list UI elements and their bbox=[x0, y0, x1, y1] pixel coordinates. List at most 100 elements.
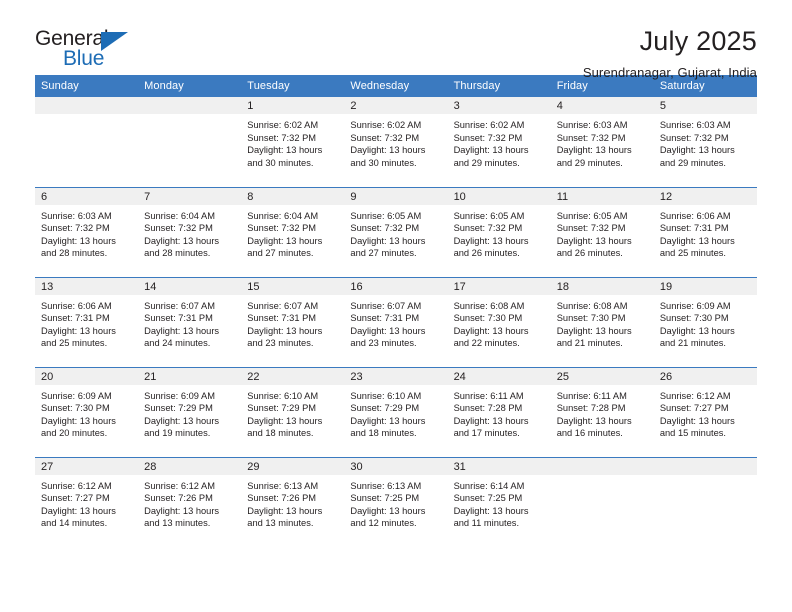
calendar-cell[interactable]: 25 Sunrise: 6:11 AM Sunset: 7:28 PM Dayligh… bbox=[550, 366, 654, 457]
calendar-body: 1 Sunrise: 6:02 AM Sunset: 7:32 PM Daylight… bbox=[35, 97, 757, 547]
day-number: 12 bbox=[653, 187, 757, 205]
daylight-duration-line2: and 26 minutes. bbox=[556, 248, 623, 259]
day-number: 21 bbox=[138, 367, 242, 385]
daylight-duration-line2: and 21 minutes. bbox=[659, 338, 726, 349]
day-number: 6 bbox=[35, 187, 139, 205]
day-number: 2 bbox=[344, 97, 448, 114]
calendar-cell[interactable]: 29 Sunrise: 6:13 AM Sunset: 7:26 PM Dayligh… bbox=[241, 456, 345, 547]
calendar-cell[interactable]: 19 Sunrise: 6:09 AM Sunset: 7:30 PM Dayligh… bbox=[653, 276, 757, 367]
day-number: 24 bbox=[447, 367, 551, 385]
calendar-cell[interactable]: 24 Sunrise: 6:11 AM Sunset: 7:28 PM Dayligh… bbox=[447, 366, 551, 457]
calendar-cell[interactable]: 13 Sunrise: 6:06 AM Sunset: 7:31 PM Dayligh… bbox=[35, 276, 139, 367]
calendar-cell[interactable]: 2 Sunrise: 6:02 AM Sunset: 7:32 PM Daylight… bbox=[344, 97, 448, 187]
calendar-cell[interactable]: 9 Sunrise: 6:05 AM Sunset: 7:32 PM Daylight… bbox=[344, 186, 448, 277]
daylight-duration-line1: Daylight: 13 hours bbox=[453, 325, 529, 336]
day-details: Sunrise: 6:12 AM Sunset: 7:26 PM Daylight:… bbox=[138, 475, 241, 530]
calendar-page: General Blue July 2025 Surendranagar, Gu… bbox=[0, 0, 792, 612]
daylight-duration-line2: and 25 minutes. bbox=[41, 338, 108, 349]
day-details: Sunrise: 6:11 AM Sunset: 7:28 PM Daylight:… bbox=[448, 385, 551, 440]
daylight-duration-line1: Daylight: 13 hours bbox=[453, 505, 529, 516]
sunset-time: Sunset: 7:32 PM bbox=[144, 223, 213, 234]
daylight-duration-line1: Daylight: 13 hours bbox=[350, 325, 426, 336]
calendar-cell[interactable]: 7 Sunrise: 6:04 AM Sunset: 7:32 PM Daylight… bbox=[138, 186, 242, 277]
calendar-cell[interactable]: 1 Sunrise: 6:02 AM Sunset: 7:32 PM Daylight… bbox=[241, 97, 345, 187]
calendar-cell[interactable]: 20 Sunrise: 6:09 AM Sunset: 7:30 PM Dayligh… bbox=[35, 366, 139, 457]
day-details: Sunrise: 6:07 AM Sunset: 7:31 PM Daylight:… bbox=[138, 295, 241, 350]
page-subtitle: Surendranagar, Gujarat, India bbox=[582, 65, 757, 81]
daylight-duration-line2: and 28 minutes. bbox=[41, 248, 108, 259]
day-details: Sunrise: 6:07 AM Sunset: 7:31 PM Daylight:… bbox=[344, 295, 447, 350]
sunset-time: Sunset: 7:31 PM bbox=[41, 313, 110, 324]
day-number: 27 bbox=[35, 457, 139, 475]
calendar-cell[interactable]: 18 Sunrise: 6:08 AM Sunset: 7:30 PM Dayligh… bbox=[550, 276, 654, 367]
day-details: Sunrise: 6:12 AM Sunset: 7:27 PM Daylight:… bbox=[654, 385, 757, 440]
daylight-duration-line2: and 30 minutes. bbox=[247, 157, 314, 168]
sunset-time: Sunset: 7:25 PM bbox=[453, 493, 523, 504]
day-number bbox=[653, 457, 757, 475]
calendar-cell[interactable]: 8 Sunrise: 6:04 AM Sunset: 7:32 PM Daylight… bbox=[241, 186, 345, 277]
calendar-week-row: 6 Sunrise: 6:03 AM Sunset: 7:32 PM Daylight… bbox=[35, 186, 757, 277]
sunrise-time: Sunrise: 6:03 AM bbox=[556, 120, 628, 130]
sunrise-time: Sunrise: 6:07 AM bbox=[350, 300, 422, 311]
daylight-duration-line2: and 12 minutes. bbox=[350, 518, 417, 529]
day-details: Sunrise: 6:13 AM Sunset: 7:25 PM Daylight:… bbox=[344, 475, 447, 530]
day-details: Sunrise: 6:04 AM Sunset: 7:32 PM Daylight:… bbox=[138, 205, 241, 260]
calendar-cell[interactable]: 21 Sunrise: 6:09 AM Sunset: 7:29 PM Dayligh… bbox=[138, 366, 242, 457]
calendar-cell[interactable]: 4 Sunrise: 6:03 AM Sunset: 7:32 PM Daylight… bbox=[550, 97, 654, 187]
day-number: 19 bbox=[653, 277, 757, 295]
sunset-time: Sunset: 7:31 PM bbox=[350, 313, 420, 324]
calendar-cell[interactable]: 22 Sunrise: 6:10 AM Sunset: 7:29 PM Dayligh… bbox=[241, 366, 345, 457]
title-block: July 2025 Surendranagar, Gujarat, India bbox=[582, 27, 757, 81]
sunset-time: Sunset: 7:32 PM bbox=[247, 132, 317, 143]
daylight-duration-line2: and 18 minutes. bbox=[350, 428, 417, 439]
calendar-cell[interactable]: 15 Sunrise: 6:07 AM Sunset: 7:31 PM Dayligh… bbox=[241, 276, 345, 367]
calendar-cell[interactable]: 12 Sunrise: 6:06 AM Sunset: 7:31 PM Dayligh… bbox=[653, 186, 757, 277]
daylight-duration-line1: Daylight: 13 hours bbox=[350, 235, 426, 246]
calendar-cell[interactable]: 5 Sunrise: 6:03 AM Sunset: 7:32 PM Daylight… bbox=[653, 97, 757, 187]
day-number: 11 bbox=[550, 187, 654, 205]
daylight-duration-line1: Daylight: 13 hours bbox=[144, 415, 220, 426]
calendar-cell[interactable]: 23 Sunrise: 6:10 AM Sunset: 7:29 PM Dayligh… bbox=[344, 366, 448, 457]
daylight-duration-line2: and 26 minutes. bbox=[453, 248, 520, 259]
calendar-cell[interactable]: 16 Sunrise: 6:07 AM Sunset: 7:31 PM Dayligh… bbox=[344, 276, 448, 367]
calendar-cell[interactable]: 14 Sunrise: 6:07 AM Sunset: 7:31 PM Dayligh… bbox=[138, 276, 242, 367]
sunset-time: Sunset: 7:32 PM bbox=[350, 132, 420, 143]
sunset-time: Sunset: 7:26 PM bbox=[144, 493, 213, 504]
calendar-cell[interactable]: 30 Sunrise: 6:13 AM Sunset: 7:25 PM Dayligh… bbox=[344, 456, 448, 547]
sunrise-time: Sunrise: 6:12 AM bbox=[659, 390, 731, 401]
weekday-header-wednesday: Wednesday bbox=[344, 75, 448, 97]
day-details: Sunrise: 6:03 AM Sunset: 7:32 PM Daylight:… bbox=[654, 114, 757, 169]
daylight-duration-line2: and 29 minutes. bbox=[453, 157, 520, 168]
day-number: 7 bbox=[138, 187, 242, 205]
sunrise-time: Sunrise: 6:12 AM bbox=[41, 480, 112, 491]
calendar-cell[interactable]: 10 Sunrise: 6:05 AM Sunset: 7:32 PM Dayligh… bbox=[447, 186, 551, 277]
sunrise-time: Sunrise: 6:07 AM bbox=[247, 300, 319, 311]
day-number: 16 bbox=[344, 277, 448, 295]
calendar-cell-empty bbox=[35, 97, 139, 187]
daylight-duration-line2: and 13 minutes. bbox=[144, 518, 211, 529]
daylight-duration-line1: Daylight: 13 hours bbox=[556, 325, 632, 336]
daylight-duration-line1: Daylight: 13 hours bbox=[41, 415, 116, 426]
calendar-cell[interactable]: 28 Sunrise: 6:12 AM Sunset: 7:26 PM Dayligh… bbox=[138, 456, 242, 547]
day-details: Sunrise: 6:06 AM Sunset: 7:31 PM Daylight:… bbox=[654, 205, 757, 260]
sunrise-time: Sunrise: 6:03 AM bbox=[41, 210, 112, 221]
sunrise-time: Sunrise: 6:08 AM bbox=[453, 300, 525, 311]
day-number: 1 bbox=[241, 97, 345, 114]
calendar-cell[interactable]: 6 Sunrise: 6:03 AM Sunset: 7:32 PM Daylight… bbox=[35, 186, 139, 277]
daylight-duration-line1: Daylight: 13 hours bbox=[453, 415, 529, 426]
calendar-cell[interactable]: 3 Sunrise: 6:02 AM Sunset: 7:32 PM Daylight… bbox=[447, 97, 551, 187]
sunset-time: Sunset: 7:32 PM bbox=[41, 223, 110, 234]
sunrise-time: Sunrise: 6:14 AM bbox=[453, 480, 525, 491]
sunset-time: Sunset: 7:28 PM bbox=[453, 403, 523, 414]
calendar-cell[interactable]: 26 Sunrise: 6:12 AM Sunset: 7:27 PM Dayligh… bbox=[653, 366, 757, 457]
daylight-duration-line1: Daylight: 13 hours bbox=[41, 505, 116, 516]
calendar-cell[interactable]: 17 Sunrise: 6:08 AM Sunset: 7:30 PM Dayligh… bbox=[447, 276, 551, 367]
calendar-cell[interactable]: 11 Sunrise: 6:05 AM Sunset: 7:32 PM Dayligh… bbox=[550, 186, 654, 277]
sunrise-time: Sunrise: 6:07 AM bbox=[144, 300, 215, 311]
general-blue-logo[interactable]: General Blue bbox=[35, 27, 145, 73]
daylight-duration-line2: and 30 minutes. bbox=[350, 157, 417, 168]
calendar-week-row: 27 Sunrise: 6:12 AM Sunset: 7:27 PM Dayligh… bbox=[35, 456, 757, 547]
daylight-duration-line2: and 16 minutes. bbox=[556, 428, 623, 439]
calendar-cell[interactable]: 31 Sunrise: 6:14 AM Sunset: 7:25 PM Dayligh… bbox=[447, 456, 551, 547]
calendar-cell[interactable]: 27 Sunrise: 6:12 AM Sunset: 7:27 PM Dayligh… bbox=[35, 456, 139, 547]
